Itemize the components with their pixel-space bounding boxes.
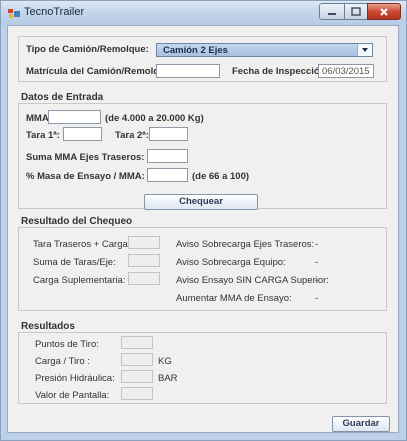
puntos-tiro-label: Puntos de Tiro: bbox=[35, 339, 99, 350]
chequear-button[interactable]: Chequear bbox=[144, 194, 258, 210]
client-area: Tipo de Camión/Remolque: Camión 2 Ejes M… bbox=[7, 25, 399, 433]
carga-tiro-output bbox=[121, 353, 153, 366]
carga-tiro-unit: KG bbox=[158, 356, 172, 367]
aviso-equipo-label: Aviso Sobrecarga Equipo: bbox=[176, 257, 286, 268]
close-button[interactable] bbox=[367, 3, 401, 20]
suma-taras-output bbox=[128, 254, 160, 267]
tipo-camion-value: Camión 2 Ejes bbox=[163, 45, 228, 56]
tara1-label: Tara 1ª: bbox=[26, 130, 60, 141]
tipo-camion-select[interactable]: Camión 2 Ejes bbox=[156, 43, 373, 57]
close-icon bbox=[380, 7, 388, 16]
title-bar[interactable]: TecnoTrailer bbox=[1, 1, 406, 25]
carga-supl-label: Carga Suplementaria: bbox=[33, 275, 126, 286]
aviso-ensayo-value: - bbox=[315, 275, 319, 286]
application-window: TecnoTrailer Tipo de Camión/Remolque: Ca… bbox=[0, 0, 407, 441]
chequeo-title: Resultado del Chequeo bbox=[21, 216, 133, 227]
tara2-label: Tara 2ª: bbox=[115, 130, 149, 141]
valor-pantalla-label: Valor de Pantalla: bbox=[35, 390, 110, 401]
fecha-label: Fecha de Inspección: bbox=[232, 66, 329, 77]
resultados-title: Resultados bbox=[21, 321, 75, 332]
suma-mma-input[interactable] bbox=[147, 149, 188, 163]
valor-pantalla-output bbox=[121, 387, 153, 400]
aviso-ejes-label: Aviso Sobrecarga Ejes Traseros: bbox=[176, 239, 315, 250]
app-icon bbox=[8, 9, 20, 18]
mma-input[interactable] bbox=[48, 110, 101, 124]
minimize-icon bbox=[328, 12, 336, 15]
guardar-button[interactable]: Guardar bbox=[332, 416, 390, 432]
aviso-equipo-value: - bbox=[315, 257, 319, 268]
tipo-label: Tipo de Camión/Remolque: bbox=[26, 44, 149, 55]
mma-hint: (de 4.000 a 20.000 Kg) bbox=[105, 113, 204, 124]
tara2-input[interactable] bbox=[149, 127, 188, 141]
tara-traseros-output bbox=[128, 236, 160, 249]
presion-label: Presión Hidráulica: bbox=[35, 373, 115, 384]
window-title: TecnoTrailer bbox=[24, 6, 85, 18]
tara1-input[interactable] bbox=[63, 127, 102, 141]
masa-ensayo-label: % Masa de Ensayo / MMA: bbox=[26, 171, 145, 182]
aumentar-mma-label: Aumentar MMA de Ensayo: bbox=[176, 293, 292, 304]
minimize-button[interactable] bbox=[319, 3, 345, 20]
suma-taras-label: Suma de Taras/Eje: bbox=[33, 257, 116, 268]
puntos-tiro-output bbox=[121, 336, 153, 349]
masa-ensayo-input[interactable] bbox=[147, 168, 188, 182]
entrada-title: Datos de Entrada bbox=[21, 92, 104, 103]
chevron-down-icon bbox=[362, 48, 368, 52]
presion-unit: BAR bbox=[158, 373, 178, 384]
aviso-ejes-value: - bbox=[315, 239, 319, 250]
matricula-input[interactable] bbox=[156, 64, 220, 78]
tara-traseros-label: Tara Traseros + Carga: bbox=[33, 239, 131, 250]
aviso-ensayo-label: Aviso Ensayo SIN CARGA Superior: bbox=[176, 275, 329, 286]
matricula-label: Matrícula del Camión/Remolque: bbox=[26, 66, 174, 77]
aumentar-mma-value: - bbox=[315, 293, 319, 304]
masa-ensayo-hint: (de 66 a 100) bbox=[192, 171, 250, 182]
carga-tiro-label: Carga / Tiro : bbox=[35, 356, 90, 367]
suma-mma-label: Suma MMA Ejes Traseros: bbox=[26, 152, 145, 163]
combo-arrow[interactable] bbox=[357, 44, 372, 56]
maximize-button[interactable] bbox=[344, 3, 368, 20]
carga-supl-output bbox=[128, 272, 160, 285]
presion-output bbox=[121, 370, 153, 383]
fecha-inspeccion-input[interactable] bbox=[318, 64, 374, 78]
maximize-icon bbox=[351, 7, 361, 16]
